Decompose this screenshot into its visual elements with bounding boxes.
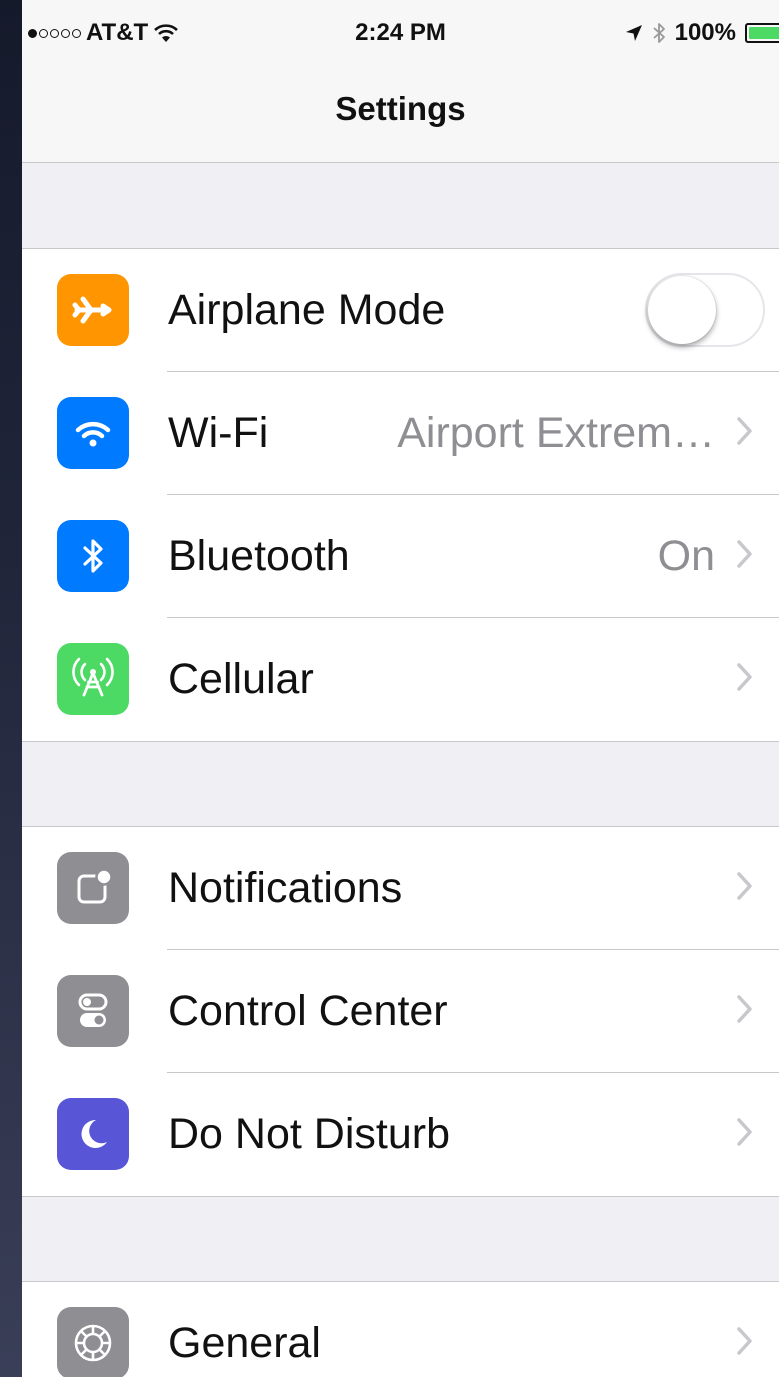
status-bar: AT&T 2:24 PM 100% (22, 0, 779, 68)
moon-icon (57, 1098, 129, 1170)
settings-row-wifi[interactable]: Wi-Fi Airport Extrem… (22, 372, 779, 495)
settings-group-general: General (22, 1281, 779, 1377)
airplane-mode-label: Airplane Mode (168, 286, 446, 334)
settings-screen: AT&T 2:24 PM 100% Settings Airplane Mode… (22, 0, 779, 1377)
notifications-label: Notifications (168, 864, 403, 912)
wifi-label: Wi-Fi (168, 409, 269, 457)
settings-row-bluetooth[interactable]: Bluetooth On (22, 495, 779, 618)
wifi-network-name: Airport Extrem… (397, 409, 715, 457)
chevron-right-icon (737, 1118, 752, 1146)
settings-row-general[interactable]: General (22, 1282, 779, 1377)
battery-percentage: 100% (674, 19, 736, 46)
settings-row-airplane-mode[interactable]: Airplane Mode (22, 249, 779, 372)
chevron-right-icon (737, 417, 752, 445)
bluetooth-icon (57, 520, 129, 592)
cellular-label: Cellular (168, 655, 314, 703)
control-center-icon (57, 975, 129, 1047)
toggle-knob (648, 276, 716, 344)
settings-group-connectivity: Airplane Mode Wi-Fi Airport Extrem… Blue… (22, 248, 779, 742)
battery-icon (745, 23, 779, 43)
page-title: Settings (335, 90, 466, 127)
chevron-right-icon (737, 540, 752, 568)
do-not-disturb-label: Do Not Disturb (168, 1110, 450, 1158)
settings-group-alerts: Notifications Control Center Do Not Dist… (22, 826, 779, 1197)
settings-row-do-not-disturb[interactable]: Do Not Disturb (22, 1073, 779, 1196)
chevron-right-icon (737, 1327, 752, 1355)
control-center-label: Control Center (168, 987, 448, 1035)
settings-row-notifications[interactable]: Notifications (22, 827, 779, 950)
chevron-right-icon (737, 995, 752, 1023)
wifi-icon (57, 397, 129, 469)
bluetooth-status-icon (653, 23, 665, 43)
notifications-icon (57, 852, 129, 924)
bluetooth-status: On (657, 532, 715, 580)
airplane-icon (57, 274, 129, 346)
navigation-bar: Settings (22, 68, 779, 163)
chevron-right-icon (737, 872, 752, 900)
settings-row-control-center[interactable]: Control Center (22, 950, 779, 1073)
gear-icon (57, 1307, 129, 1377)
cellular-antenna-icon (57, 643, 129, 715)
bluetooth-label: Bluetooth (168, 532, 350, 580)
settings-row-cellular[interactable]: Cellular (22, 618, 779, 741)
airplane-mode-toggle[interactable] (645, 273, 765, 347)
location-arrow-icon (625, 25, 642, 41)
status-right: 100% (625, 19, 779, 47)
chevron-right-icon (737, 663, 752, 691)
general-label: General (168, 1319, 321, 1367)
